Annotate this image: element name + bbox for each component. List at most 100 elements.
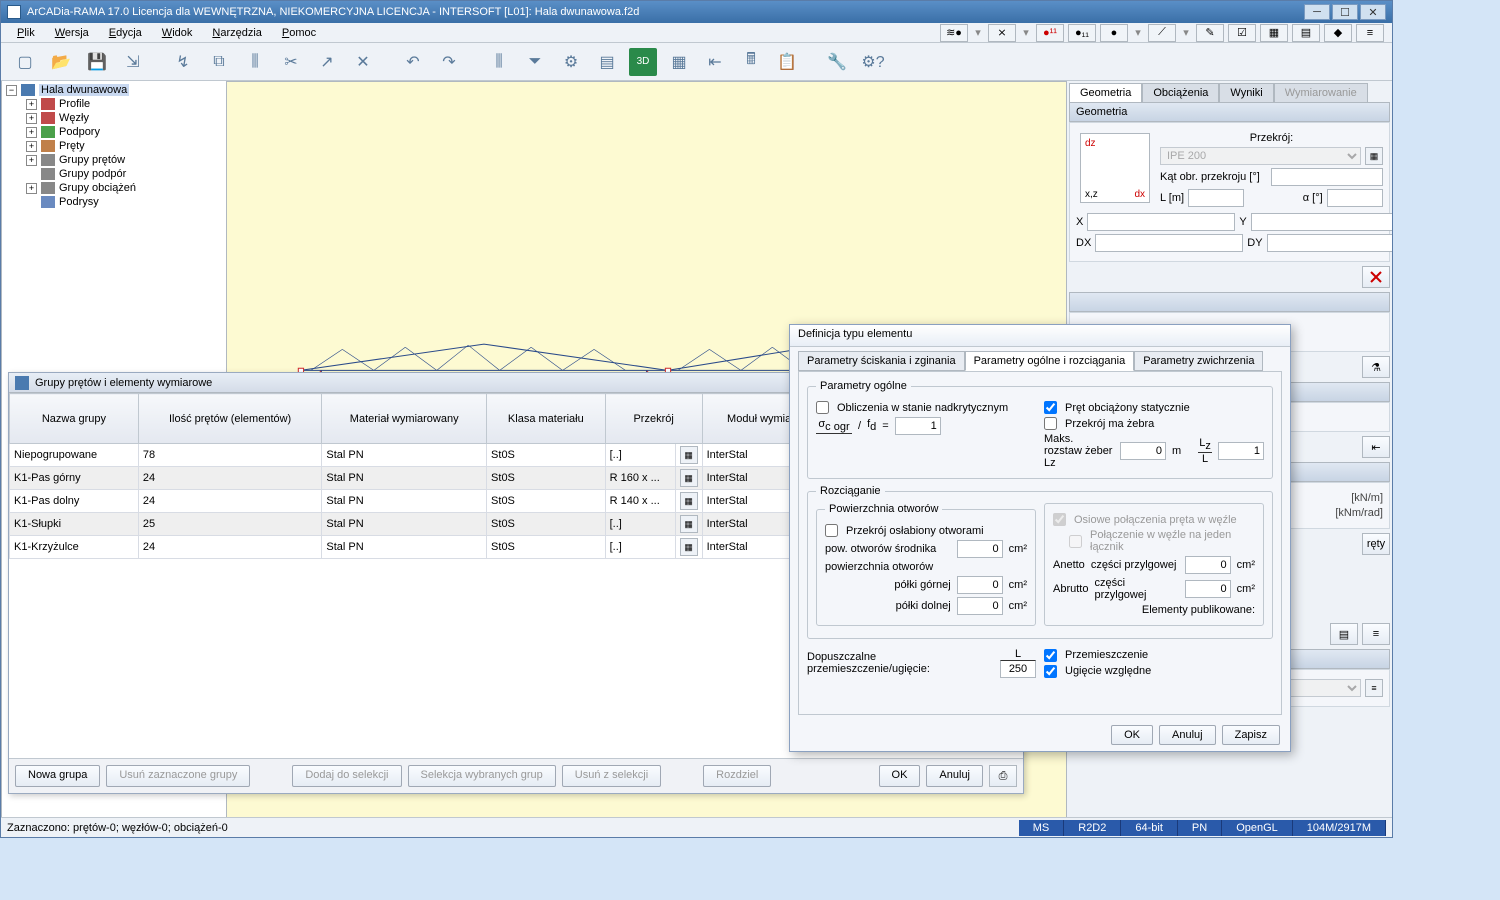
DY-input[interactable] [1267, 234, 1392, 252]
dodaj-sel-button[interactable]: Dodaj do selekcji [292, 765, 401, 787]
col-ilosc[interactable]: Ilość prętów (elementów) [138, 394, 322, 444]
maximize-button[interactable]: ☐ [1332, 4, 1358, 20]
przekroj-cell-button[interactable]: ▦ [680, 469, 698, 487]
dop-frac-bot[interactable] [1000, 660, 1036, 678]
kat-input[interactable] [1271, 168, 1384, 186]
tree-expand[interactable]: + [26, 113, 37, 124]
polki-g-input[interactable] [957, 576, 1003, 594]
minimize-button[interactable]: ─ [1304, 4, 1330, 20]
delete-section-button[interactable] [1362, 266, 1390, 288]
przekroj-cell-button[interactable]: ▦ [680, 538, 698, 556]
view-toggle-1[interactable]: ≋● [940, 24, 968, 42]
tree-root-label[interactable]: Hala dwunawowa [39, 84, 129, 96]
tool-undo[interactable]: ↶ [399, 48, 427, 76]
tool-columns[interactable]: ⫼ [241, 48, 269, 76]
tool-open[interactable]: 📂 [47, 48, 75, 76]
dialog-ok-button[interactable]: OK [1111, 725, 1153, 745]
dtab-ogolne[interactable]: Parametry ogólne i rozciągania [965, 351, 1135, 371]
tool-redo[interactable]: ↷ [435, 48, 463, 76]
tree-item-grupy-obc[interactable]: Grupy obciążeń [59, 182, 136, 194]
tree-item-grupy-pretow[interactable]: Grupy prętów [59, 154, 125, 166]
menu-wersja[interactable]: Wersja [47, 25, 97, 41]
Y-input[interactable] [1251, 213, 1392, 231]
groups-extra-button[interactable]: ⎙ [989, 765, 1017, 787]
przek-osl-checkbox[interactable] [825, 524, 838, 537]
dialog-zapisz-button[interactable]: Zapisz [1222, 725, 1280, 745]
tree-item-grupy-podpor[interactable]: Grupy podpór [59, 168, 126, 180]
L-input[interactable] [1188, 189, 1244, 207]
view-toggle-8[interactable]: ☑ [1228, 24, 1256, 42]
view-toggle-12[interactable]: ≡ [1356, 24, 1384, 42]
tree-expand[interactable]: + [26, 183, 37, 194]
tree-item-prety[interactable]: Pręty [59, 140, 85, 152]
view-toggle-9[interactable]: ▦ [1260, 24, 1288, 42]
view-toggle-2[interactable]: ⨯ [988, 24, 1016, 42]
col-klasa[interactable]: Klasa materiału [487, 394, 606, 444]
abrutto-input[interactable] [1185, 580, 1231, 598]
tree-expand-root[interactable]: − [6, 85, 17, 96]
view-toggle-11[interactable]: ◆ [1324, 24, 1352, 42]
tab-geometria[interactable]: Geometria [1069, 83, 1142, 102]
tree-expand[interactable]: + [26, 141, 37, 152]
tool-new[interactable]: ▢ [11, 48, 39, 76]
DX-input[interactable] [1095, 234, 1243, 252]
dtab-zwichrzenia[interactable]: Parametry zwichrzenia [1134, 351, 1263, 371]
tool-calc[interactable]: 🖩 [737, 48, 765, 76]
tool-copy[interactable]: ⧉ [205, 48, 233, 76]
group-button[interactable]: ręty [1362, 533, 1390, 555]
tab-wymiarowanie[interactable]: Wymiarowanie [1274, 83, 1368, 102]
tool-save[interactable]: 💾 [83, 48, 111, 76]
view-toggle-6[interactable]: ⟋ [1148, 24, 1176, 42]
view-toggle-5[interactable]: ● [1100, 24, 1128, 42]
przekroj-select[interactable]: IPE 200 [1160, 147, 1361, 165]
tree-expand[interactable]: + [26, 127, 37, 138]
dtab-sciskanie[interactable]: Parametry ściskania i zginania [798, 351, 965, 371]
tool-delete[interactable]: ✕ [349, 48, 377, 76]
selekcja-button[interactable]: Selekcja wybranych grup [408, 765, 556, 787]
tool-export[interactable]: ⇲ [119, 48, 147, 76]
tool-table[interactable]: ▤ [593, 48, 621, 76]
menu-plik[interactable]: Plik [9, 25, 43, 41]
menu-widok[interactable]: Widok [154, 25, 201, 41]
analysis-button[interactable]: ⚗ [1362, 356, 1390, 378]
tree-item-profile[interactable]: Profile [59, 98, 90, 110]
tool-filter[interactable]: ⏷ [521, 48, 549, 76]
tool-cut[interactable]: ✂ [277, 48, 305, 76]
sigma-input[interactable] [895, 417, 941, 435]
tree-expand[interactable]: + [26, 99, 37, 110]
X-input[interactable] [1087, 213, 1235, 231]
tab-wyniki[interactable]: Wyniki [1219, 83, 1273, 102]
dialog-anuluj-button[interactable]: Anuluj [1159, 725, 1216, 745]
usun-zazn-button[interactable]: Usuń zaznaczone grupy [106, 765, 250, 787]
przek-zebra-checkbox[interactable] [1044, 417, 1057, 430]
tool-report[interactable]: 📋 [773, 48, 801, 76]
list-button-1[interactable]: ▤ [1330, 623, 1358, 645]
przem-checkbox[interactable] [1044, 649, 1057, 662]
tab-obciazenia[interactable]: Obciążenia [1142, 83, 1219, 102]
tool-axis[interactable]: ↗ [313, 48, 341, 76]
col-nazwa[interactable]: Nazwa grupy [10, 394, 139, 444]
rozdziel-button[interactable]: Rozdziel [703, 765, 771, 787]
pret-stat-checkbox[interactable] [1044, 401, 1057, 414]
groups-ok-button[interactable]: OK [879, 765, 921, 787]
tool-groups[interactable]: ⚙ [557, 48, 585, 76]
przekroj-cell-button[interactable]: ▦ [680, 446, 698, 464]
tree-expand[interactable]: + [26, 155, 37, 166]
tree-item-podpory[interactable]: Podpory [59, 126, 100, 138]
przekroj-cell-button[interactable]: ▦ [680, 515, 698, 533]
lzl-input[interactable] [1218, 442, 1264, 460]
col-przekroj[interactable]: Przekrój [605, 394, 702, 444]
tool-config[interactable]: ⚙? [859, 48, 887, 76]
tree-item-wezly[interactable]: Węzły [59, 112, 89, 124]
groups-anuluj-button[interactable]: Anuluj [926, 765, 983, 787]
przekroj-browse-icon[interactable]: ▦ [1365, 147, 1383, 165]
list-button-2[interactable]: ≡ [1362, 623, 1390, 645]
tool-3d[interactable]: 3D [629, 48, 657, 76]
alpha-input[interactable] [1327, 189, 1383, 207]
lz-input[interactable] [1120, 442, 1166, 460]
anetto-input[interactable] [1185, 556, 1231, 574]
view-toggle-10[interactable]: ▤ [1292, 24, 1320, 42]
pow-srod-input[interactable] [957, 540, 1003, 558]
polki-d-input[interactable] [957, 597, 1003, 615]
tool-align[interactable]: ⇤ [701, 48, 729, 76]
